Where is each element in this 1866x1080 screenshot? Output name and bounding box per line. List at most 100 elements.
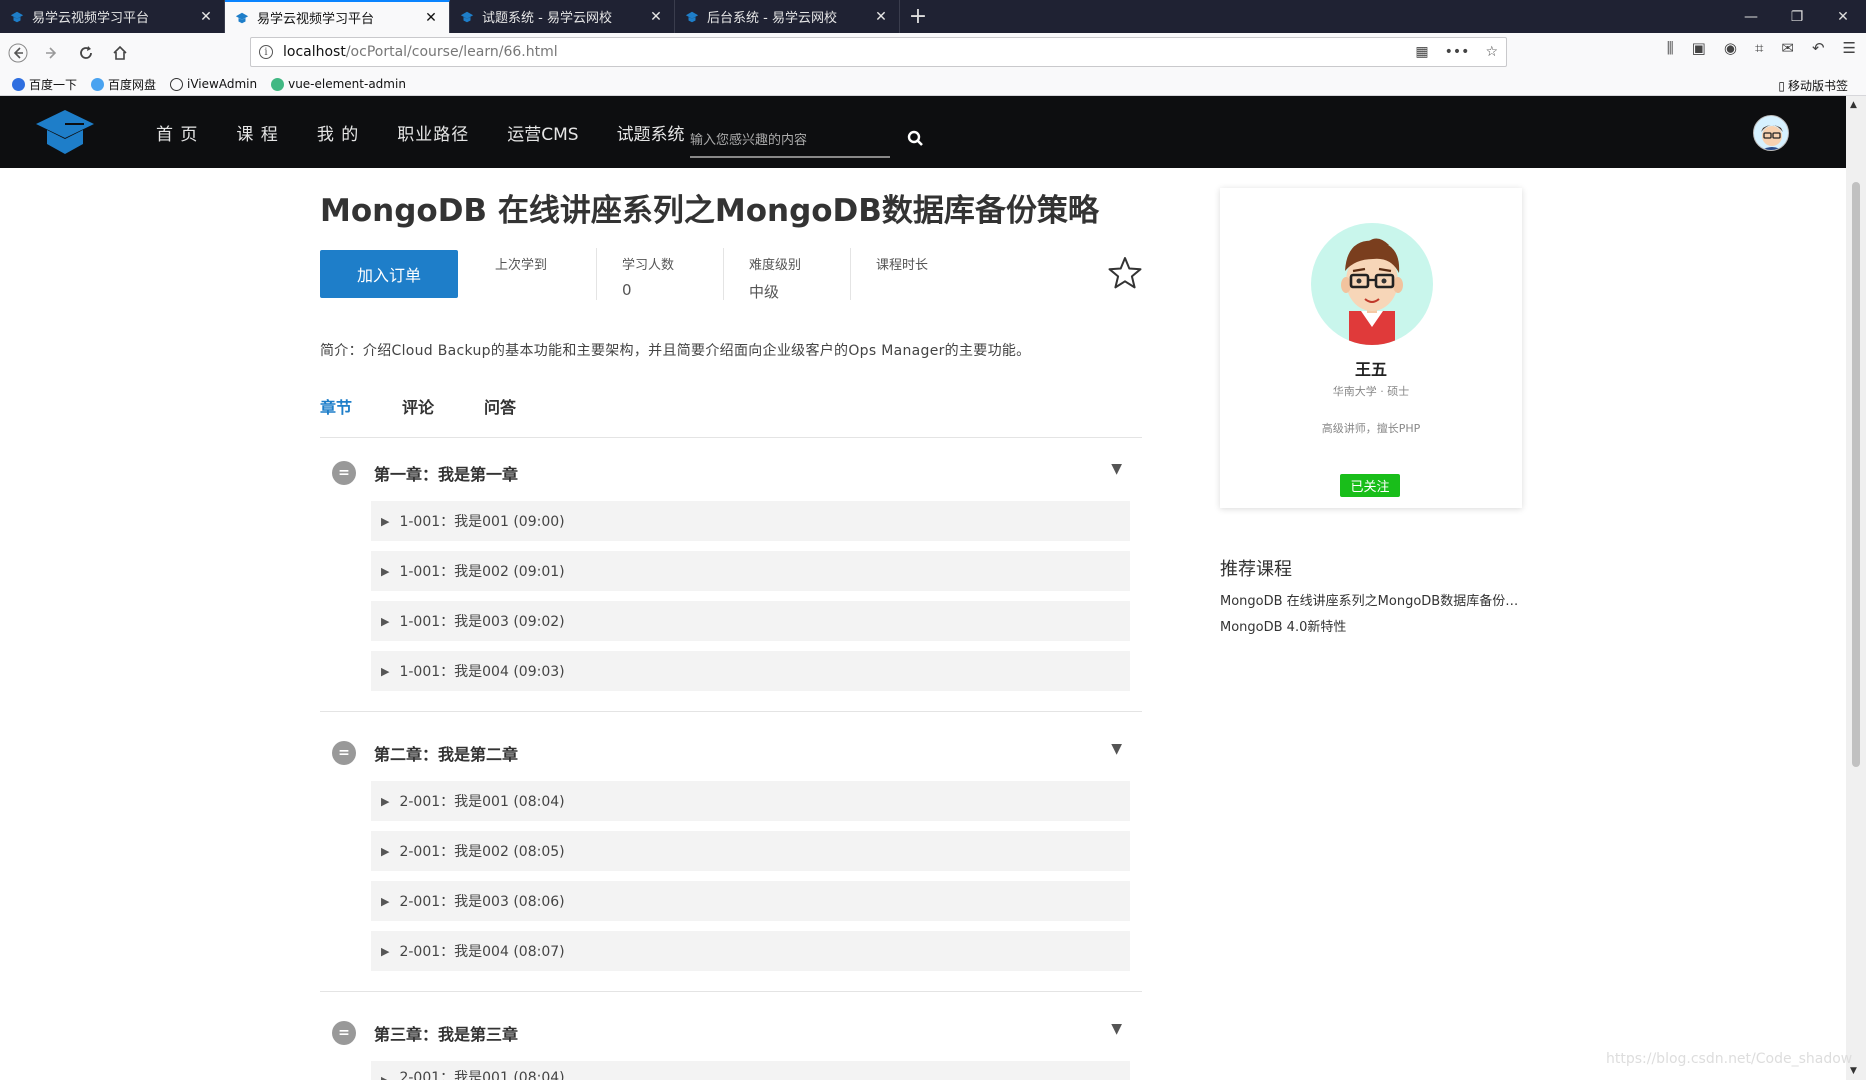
chapter-divider — [320, 711, 1142, 712]
scroll-up-icon[interactable]: ▲ — [1850, 100, 1857, 110]
minimize-icon[interactable]: — — [1728, 0, 1774, 33]
nav-career-path[interactable]: 职业路径 — [397, 120, 469, 145]
add-order-button[interactable]: 加入订单 — [320, 250, 458, 298]
chapter-header[interactable]: = 第三章：我是第三章 ▼ — [320, 1005, 1142, 1061]
chevron-down-icon[interactable]: ▼ — [1111, 741, 1122, 757]
page-actions-icon[interactable]: ••• — [1445, 44, 1470, 60]
bookmark-item[interactable]: iViewAdmin — [170, 77, 257, 91]
close-tab-icon[interactable]: ✕ — [198, 9, 214, 25]
search-icon[interactable] — [906, 129, 926, 149]
chevron-down-icon[interactable]: ▼ — [1111, 1021, 1122, 1037]
site-header: 首 页 课 程 我 的 职业路径 运营CMS 试题系统 — [0, 96, 1846, 168]
tab-chapters[interactable]: 章节 — [320, 390, 352, 437]
lesson-item[interactable]: ▶2-001：我是001 (08:04) — [371, 781, 1130, 821]
nav-courses[interactable]: 课 程 — [236, 120, 278, 145]
reload-icon[interactable] — [70, 37, 102, 69]
url-host: localhost — [283, 44, 346, 60]
bookmark-star-icon[interactable]: ☆ — [1485, 44, 1498, 60]
close-tab-icon[interactable]: ✕ — [423, 10, 439, 26]
phone-icon: ▯ — [1778, 78, 1785, 93]
globe-icon — [170, 77, 184, 91]
course-tabs: 章节 评论 问答 — [320, 390, 1142, 438]
browser-tab-title: 试题系统 - 易学云网校 — [482, 11, 612, 26]
close-window-icon[interactable]: ✕ — [1820, 0, 1866, 33]
sidebar-icon[interactable]: ▣ — [1692, 39, 1706, 57]
nav-exam-system[interactable]: 试题系统 — [617, 120, 685, 145]
close-tab-icon[interactable]: ✕ — [648, 9, 664, 25]
vue-icon — [271, 77, 285, 91]
chapter-header[interactable]: = 第二章：我是第二章 ▼ — [320, 725, 1142, 781]
stat-difficulty: 难度级别 中级 — [724, 248, 851, 301]
chapter: = 第二章：我是第二章 ▼ ▶ 2-001：我是001 (08:04) ▶ 2-00… — [320, 725, 1142, 992]
browser-navbar: i localhost/ocPortal/course/learn/66.htm… — [0, 33, 1866, 73]
chapter-collapse-icon: = — [332, 741, 356, 765]
scroll-down-icon[interactable]: ▼ — [1850, 1066, 1857, 1076]
site-search — [690, 124, 890, 158]
lesson-item[interactable]: ▶ 2-001：我是002 (08:05) — [371, 831, 1130, 871]
forward-icon[interactable] — [36, 37, 68, 69]
chapter-header[interactable]: = 第一章：我是第一章 ▼ — [320, 445, 1142, 501]
user-avatar[interactable] — [1753, 115, 1789, 151]
bookmark-item[interactable]: 百度一下 — [12, 76, 77, 93]
watermark: https://blog.csdn.net/Code_shadow — [1606, 1051, 1853, 1067]
mobile-bookmarks[interactable]: ▯ 移动版书签 — [1778, 77, 1848, 94]
browser-tab[interactable]: 后台系统 - 易学云网校 ✕ — [675, 0, 900, 33]
qr-code-icon[interactable]: ▦ — [1415, 44, 1428, 60]
account-icon[interactable]: ◉ — [1724, 39, 1737, 57]
lesson-item[interactable]: ▶ 1-001：我是004 (09:03) — [371, 651, 1130, 691]
new-tab-icon[interactable]: + — [900, 0, 936, 33]
screenshot-icon[interactable]: ⌗ — [1755, 39, 1763, 57]
tab-qa[interactable]: 问答 — [484, 390, 516, 437]
bookmarks-bar: 百度一下 百度网盘 iViewAdmin vue-element-admin ▯… — [0, 73, 1866, 96]
chapter-title: 第一章：我是第一章 — [374, 465, 519, 484]
browser-tab-active[interactable]: 易学云视频学习平台 ✕ — [225, 0, 450, 33]
teacher-card: 王五 华南大学 · 硕士 高级讲师，擅长PHP 已关注 — [1220, 188, 1522, 508]
play-icon: ▶ — [381, 1074, 389, 1080]
nav-cms[interactable]: 运营CMS — [507, 120, 578, 145]
recommend-course-link[interactable]: MongoDB 4.0新特性 — [1220, 616, 1520, 635]
lesson-item[interactable]: ▶ 2-001：我是003 (08:06) — [371, 881, 1130, 921]
url-path: /ocPortal/course/learn/66.html — [345, 44, 558, 60]
restore-icon[interactable]: ❐ — [1774, 0, 1820, 33]
recommend-course-link[interactable]: MongoDB 在线讲座系列之MongoDB数据库备份策略 — [1220, 590, 1520, 609]
favorite-star-icon[interactable] — [1107, 255, 1143, 291]
back-icon[interactable] — [2, 37, 34, 69]
chevron-down-icon[interactable]: ▼ — [1111, 461, 1122, 477]
site-info-icon[interactable]: i — [259, 45, 273, 59]
home-icon[interactable] — [104, 37, 136, 69]
bookmark-item[interactable]: 百度网盘 — [91, 76, 156, 93]
course-stats: 上次学到 学习人数 0 难度级别 中级 课程时长 — [470, 248, 978, 301]
lesson-item[interactable]: ▶ 1-001：我是001 (09:00) — [371, 501, 1130, 541]
teacher-school: 华南大学 · 硕士 — [1332, 385, 1410, 398]
menu-icon[interactable]: ☰ — [1843, 39, 1856, 57]
lesson-item[interactable]: ▶2-001：我是001 (08:04) — [371, 1061, 1130, 1080]
browser-tab-title: 易学云视频学习平台 — [32, 11, 150, 26]
scroll-thumb[interactable] — [1852, 182, 1860, 767]
browser-tab[interactable]: 试题系统 - 易学云网校 ✕ — [450, 0, 675, 33]
site-favicon-icon — [685, 11, 699, 22]
main-nav: 首 页 课 程 我 的 职业路径 运营CMS 试题系统 — [156, 96, 723, 168]
search-input[interactable] — [690, 132, 870, 148]
nav-home[interactable]: 首 页 — [156, 120, 198, 145]
browser-tab[interactable]: 易学云视频学习平台 ✕ — [0, 0, 225, 33]
course-title: MongoDB 在线讲座系列之MongoDB数据库备份策略 — [320, 193, 1099, 229]
tab-comments[interactable]: 评论 — [402, 390, 434, 437]
stat-duration: 课程时长 — [876, 258, 929, 273]
page-scrollbar[interactable]: ▲ ▼ — [1846, 96, 1866, 1080]
library-icon[interactable]: ⫼ — [1667, 39, 1674, 57]
close-tab-icon[interactable]: ✕ — [873, 9, 889, 25]
lesson-item[interactable]: ▶ 2-001：我是004 (08:07) — [371, 931, 1130, 971]
nav-mine[interactable]: 我 的 — [317, 120, 359, 145]
chat-icon[interactable]: ✉ — [1781, 39, 1794, 57]
graduation-cap-logo-icon[interactable] — [34, 108, 96, 156]
play-icon: ▶ — [381, 944, 390, 958]
browser-tab-title: 易学云视频学习平台 — [257, 12, 375, 27]
address-bar[interactable]: i localhost/ocPortal/course/learn/66.htm… — [250, 37, 1507, 67]
browser-toolbar: ⫼ ▣ ◉ ⌗ ✉ ↶ ☰ — [1667, 39, 1856, 57]
play-icon: ▶ — [381, 844, 390, 858]
undo-icon[interactable]: ↶ — [1812, 39, 1825, 57]
lesson-item[interactable]: ▶ 1-001：我是002 (09:01) — [371, 551, 1130, 591]
bookmark-item[interactable]: vue-element-admin — [271, 77, 406, 91]
follow-button[interactable]: 已关注 — [1340, 474, 1400, 497]
lesson-item[interactable]: ▶ 1-001：我是003 (09:02) — [371, 601, 1130, 641]
